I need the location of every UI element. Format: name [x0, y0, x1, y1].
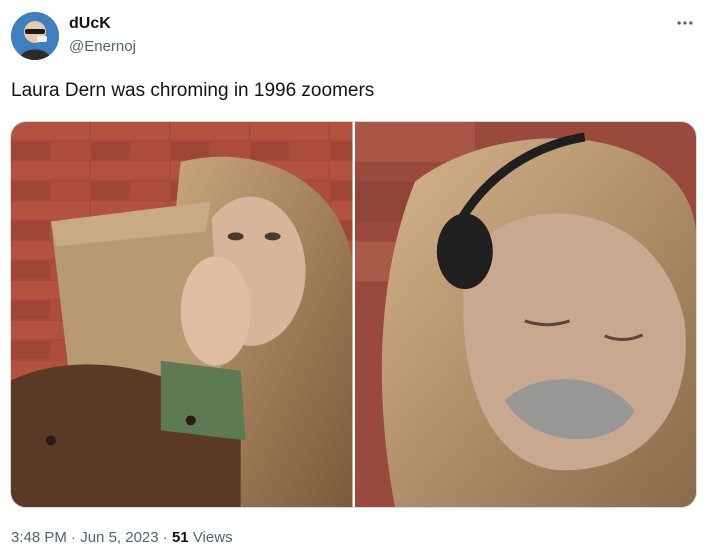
media-grid [10, 121, 697, 508]
handle[interactable]: @Enernoj [69, 37, 136, 57]
photo-right-image [354, 122, 696, 507]
tweet: dUcK @Enernoj Laura Dern was chroming in… [0, 0, 710, 559]
more-horizontal-icon [677, 21, 693, 25]
views-count: 51 [171, 529, 189, 546]
tweet-meta: 3:48 PM · Jun 5, 2023 · 51 Views [11, 528, 233, 548]
tweet-text: Laura Dern was chroming in 1996 zoomers [11, 80, 375, 101]
tweet-date[interactable]: Jun 5, 2023 [80, 529, 158, 546]
photo-right[interactable] [354, 122, 696, 507]
photo-left[interactable] [11, 122, 353, 507]
tweet-time[interactable]: 3:48 PM [11, 529, 67, 546]
meta-separator: · [158, 529, 172, 546]
views-label: Views [188, 529, 233, 546]
photo-left-image [11, 122, 353, 507]
avatar-image [11, 12, 59, 60]
more-options-button[interactable] [674, 12, 696, 34]
meta-separator: · [66, 529, 81, 546]
display-name[interactable]: dUcK [69, 14, 111, 34]
avatar[interactable] [11, 12, 59, 60]
